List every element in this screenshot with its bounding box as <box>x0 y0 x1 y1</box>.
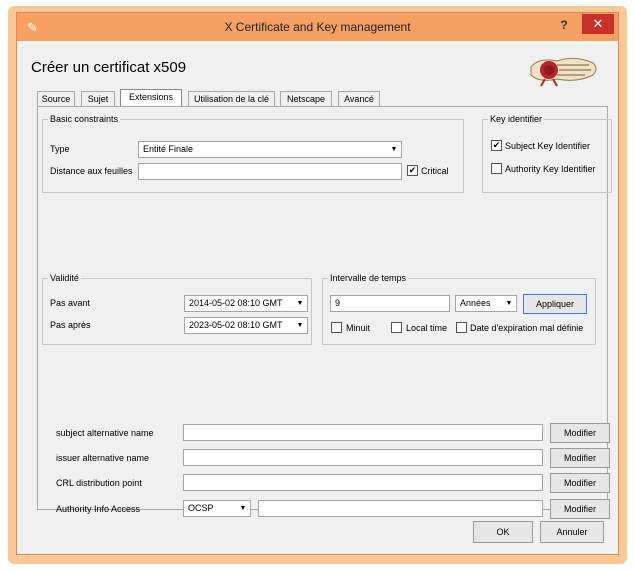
page-title: Créer un certificat x509 <box>31 59 187 76</box>
not-after-label: Pas après <box>50 320 91 330</box>
tab-source[interactable]: Source <box>37 91 75 106</box>
apply-button[interactable]: Appliquer <box>523 294 587 314</box>
time-interval-title: Intervalle de temps <box>328 273 409 284</box>
tab-avance[interactable]: Avancé <box>338 91 380 106</box>
key-identifier-title: Key identifier <box>488 114 545 125</box>
chevron-down-icon: ▼ <box>239 505 247 512</box>
tab-extensions[interactable]: Extensions <box>120 89 182 107</box>
san-modify-button[interactable]: Modifier <box>550 423 610 443</box>
title-bar: ✎ X Certificate and Key management ? ✕ <box>17 13 618 41</box>
aia-type-value: OCSP <box>188 503 214 513</box>
interval-value-input[interactable]: 9 <box>330 295 450 312</box>
chevron-down-icon: ▼ <box>390 146 398 153</box>
close-button[interactable]: ✕ <box>582 14 614 34</box>
interval-unit-select[interactable]: Années ▼ <box>455 295 517 312</box>
help-button[interactable]: ? <box>554 18 574 34</box>
chevron-down-icon: ▼ <box>296 300 304 307</box>
subject-key-id-checkbox[interactable]: ✔ <box>491 140 502 151</box>
basic-constraints-title: Basic constraints <box>48 114 121 125</box>
ok-button[interactable]: OK <box>473 521 533 543</box>
bad-expiry-checkbox[interactable] <box>456 322 467 333</box>
san-label: subject alternative name <box>56 428 154 438</box>
crl-modify-button[interactable]: Modifier <box>550 473 610 493</box>
validity-group: Validité Pas avant 2014-05-02 08:10 GMT … <box>42 273 312 345</box>
not-before-date[interactable]: 2014-05-02 08:10 GMT ▼ <box>184 295 308 312</box>
crl-label: CRL distribution point <box>56 478 142 488</box>
midnight-checkbox[interactable] <box>331 322 342 333</box>
dialog-window: ✎ X Certificate and Key management ? ✕ C… <box>16 12 619 555</box>
ian-label: issuer alternative name <box>56 453 150 463</box>
type-select[interactable]: Entité Finale ▼ <box>138 141 402 158</box>
aia-input[interactable] <box>258 500 543 517</box>
local-time-label: Local time <box>406 323 448 333</box>
basic-constraints-group: Basic constraints Type Entité Finale ▼ D… <box>42 114 464 193</box>
authority-key-id-label: Authority Key Identifier <box>505 164 596 174</box>
cancel-button[interactable]: Annuler <box>540 521 604 543</box>
subject-key-id-label: Subject Key Identifier <box>505 141 591 151</box>
critical-label: Critical <box>421 166 449 176</box>
distance-label: Distance aux feuilles <box>50 166 133 176</box>
critical-checkbox[interactable]: ✔ <box>407 165 418 176</box>
ian-modify-button[interactable]: Modifier <box>550 448 610 468</box>
chevron-down-icon: ▼ <box>296 322 304 329</box>
authority-key-id-checkbox[interactable] <box>491 163 502 174</box>
type-value: Entité Finale <box>143 144 194 154</box>
local-time-checkbox[interactable] <box>391 322 402 333</box>
key-identifier-group: Key identifier ✔ Subject Key Identifier … <box>482 114 612 193</box>
bad-expiry-label: Date d'expiration mal définie <box>470 323 584 333</box>
seal-logo-icon <box>530 57 597 87</box>
window-title: X Certificate and Key management <box>224 20 411 34</box>
not-before-value: 2014-05-02 08:10 GMT <box>189 298 283 308</box>
aia-label: Authority Info Access <box>56 504 141 514</box>
aia-modify-button[interactable]: Modifier <box>550 499 610 519</box>
type-label: Type <box>50 144 70 154</box>
not-before-label: Pas avant <box>50 298 91 308</box>
tab-sujet[interactable]: Sujet <box>81 91 115 106</box>
ian-input[interactable] <box>183 449 543 466</box>
tab-netscape[interactable]: Netscape <box>280 91 332 106</box>
extensions-panel: Basic constraints Type Entité Finale ▼ D… <box>37 106 612 519</box>
validity-title: Validité <box>48 273 81 284</box>
crl-input[interactable] <box>183 474 543 491</box>
not-after-date[interactable]: 2023-05-02 08:10 GMT ▼ <box>184 317 308 334</box>
midnight-label: Minuit <box>346 323 371 333</box>
tab-utilisation-cle[interactable]: Utilisation de la clé <box>188 91 275 106</box>
san-input[interactable] <box>183 424 543 441</box>
distance-input[interactable] <box>138 163 402 180</box>
not-after-value: 2023-05-02 08:10 GMT <box>189 320 283 330</box>
time-interval-group: Intervalle de temps 9 Années ▼ Appliquer… <box>322 273 596 345</box>
interval-unit-value: Années <box>460 298 491 308</box>
aia-type-select[interactable]: OCSP ▼ <box>183 500 251 517</box>
chevron-down-icon: ▼ <box>505 300 513 307</box>
